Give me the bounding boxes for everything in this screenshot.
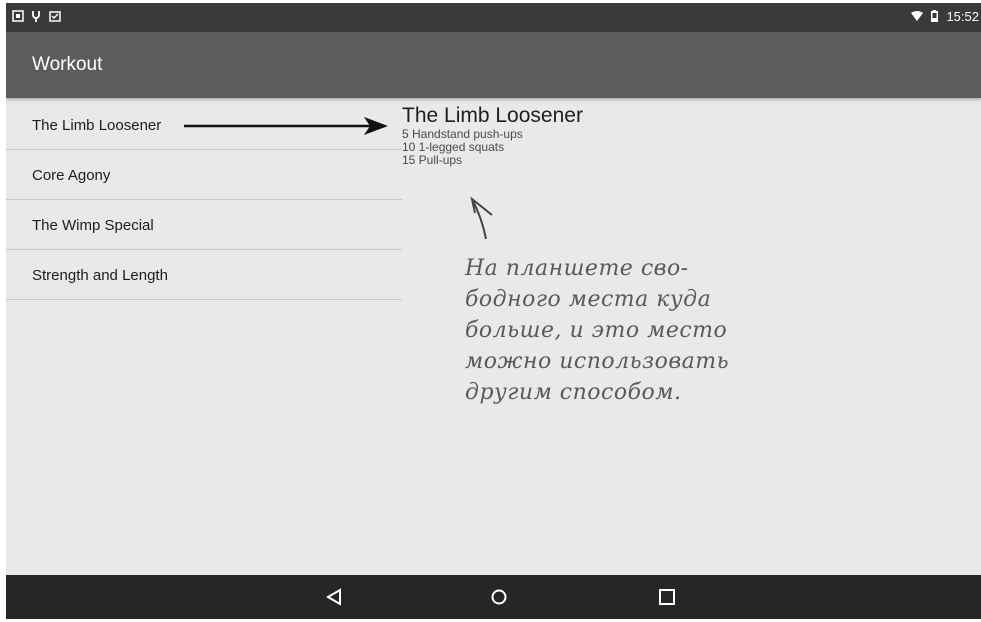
annotation-line: другим способом.: [465, 380, 682, 405]
up-arrow-icon: [470, 196, 493, 240]
annotation-line: бодного места куда: [465, 287, 712, 312]
back-icon[interactable]: [322, 585, 346, 609]
annotation-line: можно использовать: [465, 349, 730, 374]
navigation-bar: [6, 575, 981, 619]
annotation-note: На планшете сво- бодного места куда боль…: [465, 253, 795, 408]
right-arrow-icon: [184, 117, 388, 135]
home-icon[interactable]: [487, 585, 511, 609]
annotation-line: На планшете сво-: [465, 256, 689, 281]
annotation-line: больше, и это место: [465, 318, 728, 343]
tablet-screen: 15:52 Workout The Limb Loosener Core Ago…: [6, 3, 981, 619]
recents-icon[interactable]: [655, 585, 679, 609]
